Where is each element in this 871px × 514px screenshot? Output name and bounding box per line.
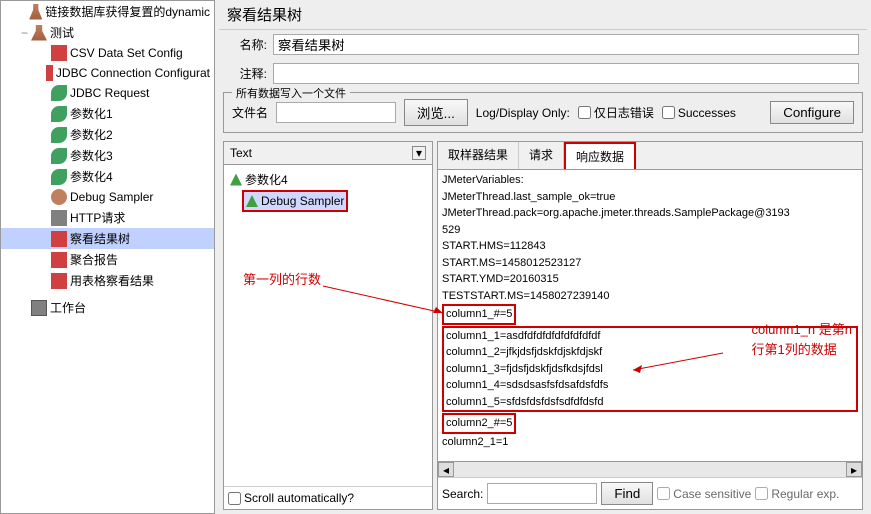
tree-label: JDBC Request <box>70 86 149 100</box>
comment-input[interactable] <box>273 63 859 84</box>
tree-item[interactable]: 参数化4 <box>1 166 214 187</box>
sample-item[interactable]: 参数化4 <box>228 169 428 190</box>
text-label: Text <box>230 146 252 160</box>
name-label: 名称: <box>227 36 267 53</box>
tree-item[interactable]: Debug Sampler <box>1 187 214 207</box>
jdbc-icon <box>46 65 53 81</box>
beaker-icon <box>31 25 47 41</box>
tab-response[interactable]: 响应数据 <box>564 142 636 169</box>
leaf-icon <box>51 169 67 185</box>
data-line: column1_4=sdsdsasfsfdsafdsfdfs <box>446 377 854 394</box>
agg-icon <box>51 252 67 268</box>
name-input[interactable] <box>273 34 859 55</box>
success-icon <box>230 174 242 186</box>
leaf-icon <box>51 106 67 122</box>
tree-label: CSV Data Set Config <box>70 46 183 60</box>
scroll-auto-checkbox[interactable]: Scroll automatically? <box>228 491 354 505</box>
boxed-col2: column2_#=5 <box>442 413 516 434</box>
file-input[interactable] <box>276 102 396 123</box>
data-line: START.HMS=112843 <box>442 238 858 255</box>
data-line: column2_1=1 <box>442 434 858 451</box>
table-icon <box>51 273 67 289</box>
success-icon <box>246 195 258 207</box>
errors-checkbox[interactable]: 仅日志错误 <box>578 104 654 121</box>
data-line: JMeterThread.pack=org.apache.jmeter.thre… <box>442 205 858 222</box>
sample-item[interactable]: Debug Sampler <box>242 190 348 212</box>
search-label: Search: <box>442 487 483 501</box>
tree-label: 链接数据库获得复置的dynamic <box>45 3 210 20</box>
tree-item[interactable]: 聚合报告 <box>1 249 214 270</box>
tree-label: 察看结果树 <box>70 230 130 247</box>
data-line: TESTSTART.MS=1458027239140 <box>442 288 858 305</box>
beaker-icon <box>29 4 42 20</box>
browse-button[interactable]: 浏览... <box>404 99 468 126</box>
tree-label: 用表格察看结果 <box>70 272 154 289</box>
tree-item[interactable]: HTTP请求 <box>1 207 214 228</box>
data-line: column1_5=sfdsfdsfdsfsdfdfdsfd <box>446 394 854 411</box>
file-label: 文件名 <box>232 104 268 121</box>
workbench-item[interactable]: 工作台 <box>1 297 214 318</box>
tree-item[interactable]: 察看结果树 <box>1 228 214 249</box>
successes-checkbox[interactable]: Successes <box>662 106 736 120</box>
tab-request[interactable]: 请求 <box>519 142 564 169</box>
tree-item[interactable]: JDBC Request <box>1 83 214 103</box>
sample-tree-panel: Text ▾ 参数化4Debug Sampler Scroll automati… <box>223 141 433 510</box>
tree-item[interactable]: 参数化1 <box>1 103 214 124</box>
tree-label: 参数化3 <box>70 147 113 164</box>
scrollbar-horizontal[interactable]: ◂ ▸ <box>438 461 862 477</box>
workbench-icon <box>31 300 47 316</box>
response-body[interactable]: JMeterVariables:JMeterThread.last_sample… <box>438 170 862 461</box>
file-fieldset: 所有数据写入一个文件 文件名 浏览... Log/Display Only: 仅… <box>223 92 863 133</box>
data-line: JMeterThread.last_sample_ok=true <box>442 189 858 206</box>
leaf-icon <box>51 127 67 143</box>
data-line: column1_3=fjdsfjdskfjdsfkdsjfdsl <box>446 361 854 378</box>
tree-label: 聚合报告 <box>70 251 118 268</box>
tree-item[interactable]: 参数化2 <box>1 124 214 145</box>
scroll-right-icon[interactable]: ▸ <box>846 462 862 477</box>
boxed-col1: column1_#=5 <box>442 304 516 325</box>
regex-checkbox[interactable]: Regular exp. <box>755 487 839 501</box>
scroll-left-icon[interactable]: ◂ <box>438 462 454 477</box>
http-icon <box>51 210 67 226</box>
tree-item[interactable]: 参数化3 <box>1 145 214 166</box>
tree-item[interactable]: 用表格察看结果 <box>1 270 214 291</box>
tab-sampler[interactable]: 取样器结果 <box>438 142 519 169</box>
leaf-icon <box>51 148 67 164</box>
tree-label: 测试 <box>50 24 74 41</box>
search-input[interactable] <box>487 483 597 504</box>
log-label: Log/Display Only: <box>476 106 570 120</box>
boxed-block: column1_1=asdfdfdfdfdfdfdfdfdfcolumn1_2=… <box>442 326 858 413</box>
tree-icon <box>51 231 67 247</box>
main-panel: 察看结果树 名称: 注释: 所有数据写入一个文件 文件名 浏览... Log/D… <box>215 0 871 514</box>
case-checkbox[interactable]: Case sensitive <box>657 487 751 501</box>
tree-item[interactable]: CSV Data Set Config <box>1 43 214 63</box>
tree-item[interactable]: 链接数据库获得复置的dynamic <box>1 1 214 22</box>
response-panel: 取样器结果 请求 响应数据 JMeterVariables:JMeterThre… <box>437 141 863 510</box>
data-line: START.YMD=20160315 <box>442 271 858 288</box>
tree-label: HTTP请求 <box>70 209 125 226</box>
tree-item[interactable]: JDBC Connection Configurat <box>1 63 214 83</box>
leaf-icon <box>51 85 67 101</box>
panel-title: 察看结果树 <box>219 0 867 30</box>
tree-item[interactable]: −测试 <box>1 22 214 43</box>
data-line: JMeterVariables: <box>442 172 858 189</box>
data-line: column1_1=asdfdfdfdfdfdfdfdfdf <box>446 328 854 345</box>
tree-label: 参数化2 <box>70 126 113 143</box>
tree-panel: 链接数据库获得复置的dynamic −测试 CSV Data Set Config J… <box>0 0 215 514</box>
find-button[interactable]: Find <box>601 482 653 505</box>
tree-label: 参数化4 <box>70 168 113 185</box>
data-line: column1_2=jfkjdsfjdskfdjskfdjskf <box>446 344 854 361</box>
file-legend: 所有数据写入一个文件 <box>232 85 350 101</box>
data-line: START.MS=1458012523127 <box>442 255 858 272</box>
dropdown-icon[interactable]: ▾ <box>412 146 426 160</box>
data-line: 529 <box>442 222 858 239</box>
tree-label: Debug Sampler <box>70 190 153 204</box>
csv-icon <box>51 45 67 61</box>
tree-label: 参数化1 <box>70 105 113 122</box>
bug-icon <box>51 189 67 205</box>
tree-label: JDBC Connection Configurat <box>56 66 210 80</box>
comment-label: 注释: <box>227 65 267 82</box>
workbench-label: 工作台 <box>50 299 86 316</box>
configure-button[interactable]: Configure <box>770 101 854 124</box>
